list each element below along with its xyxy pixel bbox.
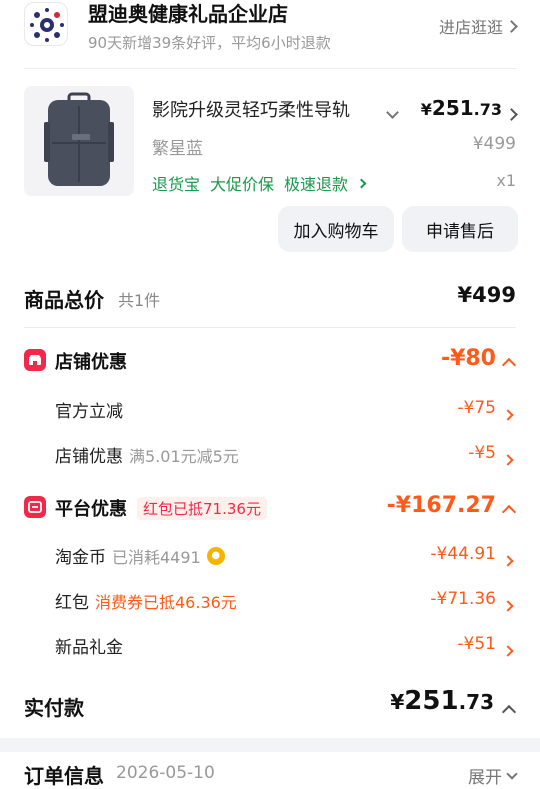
discount-item-note: 满5.01元减5元 [129,446,239,466]
discount-item-name: 店铺优惠 [55,447,123,467]
store-header[interactable]: 盟迪奥健康礼品企业店 90天新增39条好评，平均6小时退款 进店逛逛 [0,0,540,60]
discount-item[interactable]: 店铺优惠 满5.01元减5元 -¥5 [0,440,540,468]
discount-item[interactable]: 红包 消费券已抵46.36元 -¥71.36 [0,586,540,614]
discount-item-name: 官方立减 [55,402,123,422]
discount-item[interactable]: 新品礼金 -¥51 [0,631,540,659]
chevron-right-icon [502,640,514,659]
discount-item-label: 新品礼金 [55,633,123,658]
discount-item-name: 淘金币 [55,548,106,568]
chevron-right-icon [505,19,518,33]
discount-item-note: 已消耗4491 [112,547,201,567]
tag-fast-refund: 极速退款 [284,175,349,194]
discount-item-name: 红包 [55,593,89,613]
chevron-up-icon[interactable] [501,702,517,721]
total-row: 商品总价 共1件 ¥499 [0,282,540,312]
actual-payment-value: ¥ 251 .73 [390,686,494,716]
discount-item-value: -¥44.91 [430,544,496,564]
after-sale-button[interactable]: 申请售后 [402,206,518,252]
store-name: 盟迪奥健康礼品企业店 [88,2,288,26]
product-title[interactable]: 影院升级灵轻巧柔性导轨 [152,96,377,122]
chevron-right-icon [502,550,514,569]
total-value: ¥499 [457,283,516,307]
discount-item-value: -¥71.36 [430,589,496,609]
order-date: 2026-05-10 [116,763,215,783]
discount-item[interactable]: 官方立减 -¥75 [0,395,540,423]
discount-item-value: -¥75 [457,398,496,418]
chevron-down-icon[interactable] [386,102,399,121]
chevron-up-icon[interactable] [501,355,517,374]
discount-item-label: 淘金币 已消耗4491 ● [55,543,225,568]
discount-item-note: 消费券已抵46.36元 [95,592,237,612]
chevron-right-icon [356,178,367,188]
product-card: 影院升级灵轻巧柔性导轨 ¥ 251 .73 繁星蓝 ¥499 退货宝 大促价保 … [0,86,540,260]
store-logo[interactable] [24,2,68,46]
product-price: ¥ 251 .73 [421,96,502,120]
chevron-right-icon [502,449,514,468]
chevron-right-icon [502,595,514,614]
store-discount-header[interactable]: 店铺优惠 -¥80 [0,345,540,375]
section-separator [0,738,540,752]
actual-payment-label: 实付款 [24,696,84,720]
chevron-right-icon [502,404,514,423]
order-info-label: 订单信息 [24,764,104,788]
discount-item-label: 红包 消费券已抵46.36元 [55,588,237,614]
chevron-down-icon [506,767,518,780]
expand-label: 展开 [468,768,502,788]
price-decimal: .73 [473,100,502,119]
product-variant: 繁星蓝 [152,139,203,159]
store-discount-label: 店铺优惠 [55,352,127,373]
tag-price-protection: 大促价保 [210,175,275,194]
product-image[interactable] [24,86,134,196]
actual-payment-row[interactable]: 实付款 ¥ 251 .73 [0,686,540,722]
discount-item-name: 新品礼金 [55,638,123,658]
expand-button[interactable]: 展开 [468,763,518,788]
original-price: ¥499 [472,134,516,154]
product-quantity: x1 [496,171,516,190]
service-tags[interactable]: 退货宝 大促价保 极速退款 [152,171,367,195]
order-info-row[interactable]: 订单信息 2026-05-10 展开 [0,760,540,789]
visit-store-label: 进店逛逛 [438,18,503,37]
shop-icon [24,349,46,371]
platform-discount-header[interactable]: 平台优惠 红包已抵71.36元 -¥167.27 [0,492,540,522]
price-symbol: ¥ [420,100,432,119]
divider [24,327,516,328]
discount-item-label: 官方立减 [55,397,123,422]
red-packet-badge: 红包已抵71.36元 [137,497,267,520]
discount-item-value: -¥51 [457,634,496,654]
discount-item-value: -¥5 [468,443,496,463]
chevron-right-icon[interactable] [505,104,518,123]
platform-discount-label: 平台优惠 [55,499,127,520]
store-stats: 90天新增39条好评，平均6小时退款 [88,34,331,52]
tag-return-insurance: 退货宝 [152,175,201,194]
discount-item[interactable]: 淘金币 已消耗4491 ● -¥44.91 [0,541,540,569]
store-discount-value: -¥80 [440,346,496,371]
visit-store-link[interactable]: 进店逛逛 [438,14,518,38]
platform-discount-value: -¥167.27 [386,493,496,518]
discount-item-label: 店铺优惠 满5.01元减5元 [55,442,239,468]
total-count: 共1件 [118,291,161,310]
divider [24,68,516,69]
price-symbol: ¥ [390,690,405,714]
price-decimal: .73 [458,690,494,714]
gold-coin-icon: ● [206,546,225,565]
chevron-up-icon[interactable] [501,502,517,521]
total-label: 商品总价 [24,288,104,312]
price-integer: 251 [404,686,459,716]
price-integer: 251 [431,96,474,120]
add-to-cart-button[interactable]: 加入购物车 [278,206,394,252]
ticket-icon [24,496,46,518]
